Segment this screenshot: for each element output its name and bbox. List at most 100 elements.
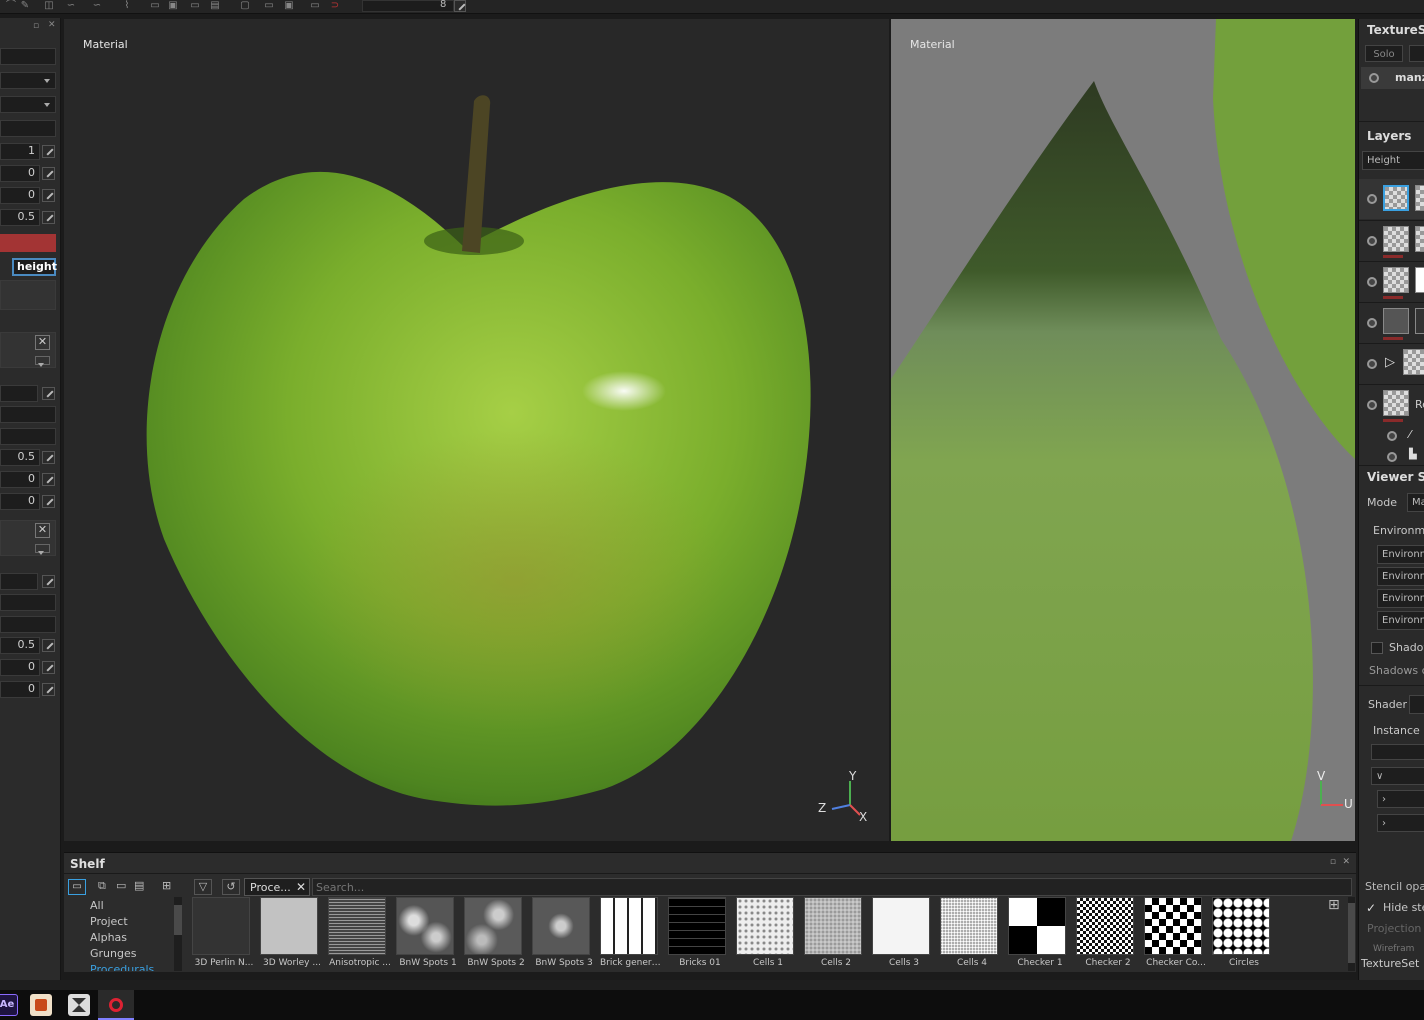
edit-pen-icon[interactable] <box>42 211 55 224</box>
mask-thumbnail[interactable] <box>1415 185 1424 211</box>
polyfill-icon[interactable]: ▭ <box>146 0 164 13</box>
solo-button[interactable]: Solo <box>1365 45 1403 62</box>
search-input[interactable] <box>312 878 1352 896</box>
camera-icon[interactable]: ▣ <box>280 0 298 13</box>
prop-field[interactable] <box>0 406 56 423</box>
shelf-item[interactable]: Brick genera... <box>600 897 664 968</box>
prop-field[interactable] <box>0 616 56 633</box>
folder-icon[interactable]: ▷ <box>1385 355 1395 370</box>
channel-dropdown[interactable]: Height <box>1362 151 1424 170</box>
category-alphas[interactable]: Alphas <box>90 931 127 944</box>
shadows-checkbox[interactable] <box>1371 642 1383 654</box>
paint-brush-icon[interactable]: ✎ <box>16 0 34 13</box>
value-field[interactable]: 0.5 <box>0 637 40 654</box>
visibility-eye-icon[interactable] <box>1367 194 1377 204</box>
layer-row[interactable] <box>1359 303 1424 343</box>
shader-dropdown[interactable] <box>1409 695 1424 714</box>
prop-field[interactable] <box>0 385 38 402</box>
prop-dropdown[interactable] <box>0 96 56 113</box>
visibility-eye-icon[interactable] <box>1369 73 1379 83</box>
category-all[interactable]: All <box>90 899 104 912</box>
edit-pen-icon[interactable] <box>42 145 55 158</box>
shelf-item[interactable]: Checker 2 <box>1076 897 1140 968</box>
color-swatch[interactable] <box>0 234 56 252</box>
viewport-2d[interactable]: Material V U <box>891 19 1355 841</box>
environment-field[interactable]: Environm <box>1377 611 1424 630</box>
shelf-scrollbar[interactable] <box>1348 897 1355 971</box>
shelf-item[interactable]: Circles <box>1212 897 1276 968</box>
prop-field[interactable] <box>0 573 38 590</box>
visibility-eye-icon[interactable] <box>1367 400 1377 410</box>
bake-icon[interactable]: ▤ <box>206 0 224 13</box>
mask-thumbnail[interactable] <box>1415 308 1424 334</box>
filter-icon[interactable]: ▽ <box>194 879 212 895</box>
picker-icon[interactable]: ⌇ <box>118 0 136 13</box>
texture-set-row[interactable]: manz <box>1361 67 1424 89</box>
fill-icon[interactable]: ▣ <box>164 0 182 13</box>
lasso-icon[interactable]: ▭ <box>260 0 278 13</box>
shelf-item[interactable]: BnW Spots 3 <box>532 897 596 968</box>
visibility-eye-icon[interactable] <box>1387 452 1397 462</box>
value-field[interactable]: 1 <box>0 143 40 160</box>
prop-field[interactable] <box>0 120 56 137</box>
expand-group[interactable]: › <box>1377 814 1424 832</box>
environment-field[interactable]: Environm <box>1377 545 1424 564</box>
shelf-item[interactable]: 3D Perlin N... <box>192 897 256 968</box>
visibility-eye-icon[interactable] <box>1367 359 1377 369</box>
remove-resource-icon[interactable]: ✕ <box>35 335 50 350</box>
shelf-item[interactable]: Cells 4 <box>940 897 1004 968</box>
shelf-item[interactable]: Checker Co... <box>1144 897 1208 968</box>
after-effects-icon[interactable]: Ae <box>0 994 18 1016</box>
value-field[interactable]: 0 <box>0 187 40 204</box>
resource-dropdown[interactable] <box>35 544 50 555</box>
layer-thumbnail[interactable] <box>1383 226 1409 252</box>
active-task[interactable] <box>98 990 134 1020</box>
effect-row[interactable]: ▙ <box>1383 448 1424 466</box>
quad-icon[interactable]: ▢ <box>236 0 254 13</box>
zbrush-icon[interactable] <box>68 994 90 1016</box>
folder-row[interactable]: ▷ <box>1359 344 1424 384</box>
value-field[interactable]: 0 <box>0 493 40 510</box>
prop-field[interactable] <box>0 428 56 445</box>
eraser-icon[interactable]: ◫ <box>40 0 58 13</box>
shelf-item[interactable]: BnW Spots 1 <box>396 897 460 968</box>
edit-pen-icon[interactable] <box>42 495 55 508</box>
channel-field[interactable]: height <box>12 258 57 276</box>
value-field[interactable]: 0 <box>0 471 40 488</box>
edit-pen-icon[interactable] <box>42 683 55 696</box>
remove-resource-icon[interactable]: ✕ <box>35 523 50 538</box>
shelf-item[interactable]: Cells 2 <box>804 897 868 968</box>
brush-size-pen-icon[interactable] <box>454 0 466 12</box>
edit-pen-icon[interactable] <box>42 189 55 202</box>
mode-dropdown[interactable]: Ma <box>1407 493 1424 512</box>
shelf-item[interactable]: Bricks 01 <box>668 897 732 968</box>
float-icon[interactable]: ▫ <box>33 21 39 31</box>
category-scrollbar[interactable] <box>174 897 182 971</box>
visibility-eye-icon[interactable] <box>1387 431 1397 441</box>
value-field[interactable]: 0.5 <box>0 209 40 226</box>
app-icon[interactable] <box>30 994 52 1016</box>
folder-icon[interactable]: ▭ <box>68 879 86 895</box>
mask-thumbnail[interactable] <box>1415 267 1424 293</box>
projection-icon[interactable]: ▭ <box>186 0 204 13</box>
float-icon[interactable]: ▫ <box>1330 857 1336 867</box>
prop-dropdown[interactable] <box>0 72 56 89</box>
expand-group[interactable]: › <box>1377 790 1424 808</box>
layer-thumbnail[interactable] <box>1383 185 1409 211</box>
add-icon[interactable]: ⊞ <box>162 879 171 892</box>
instance-field[interactable] <box>1371 744 1424 760</box>
filter-tag[interactable]: Proce... ✕ <box>244 878 310 896</box>
layer-row[interactable] <box>1359 262 1424 302</box>
mask-thumbnail[interactable] <box>1415 226 1424 252</box>
edit-pen-icon[interactable] <box>42 473 55 486</box>
category-procedurals[interactable]: Procedurals <box>90 963 154 971</box>
edit-pen-icon[interactable] <box>42 167 55 180</box>
clone-icon[interactable]: ∽ <box>88 0 106 13</box>
layer-thumbnail[interactable] <box>1383 390 1409 416</box>
shelf-item[interactable]: BnW Spots 2 <box>464 897 528 968</box>
edit-pen-icon[interactable] <box>42 387 55 400</box>
visibility-eye-icon[interactable] <box>1367 236 1377 246</box>
layer-thumbnail[interactable] <box>1383 267 1409 293</box>
close-panel-icon[interactable]: ✕ <box>48 20 56 30</box>
texture-set-button[interactable] <box>1409 45 1424 62</box>
